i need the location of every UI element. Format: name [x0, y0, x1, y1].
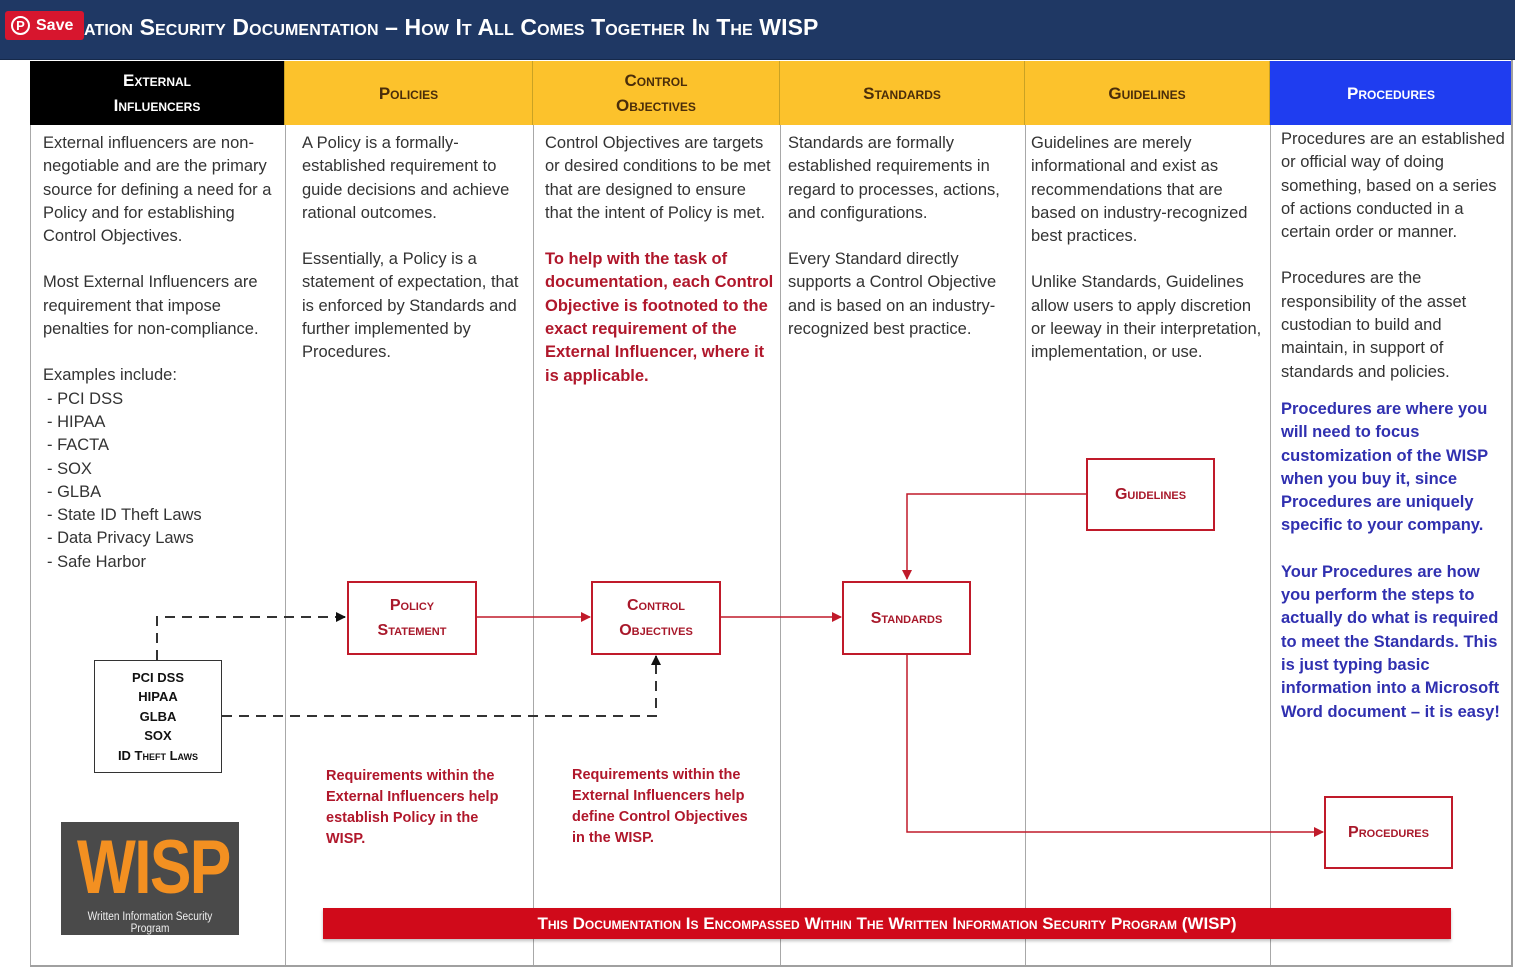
example-item: - SOX	[47, 459, 92, 478]
paragraph: External influencers are non-negotiable …	[43, 134, 272, 246]
box-label: Guidelines	[1114, 486, 1187, 503]
standards-box: Standards	[842, 581, 971, 655]
paragraph: Most External Influencers are requiremen…	[43, 273, 259, 339]
left-margin	[0, 60, 30, 970]
footer-banner-text: This Documentation Is Encompassed Within…	[537, 913, 1237, 933]
header-line: Guidelines	[1108, 83, 1186, 103]
table-bottom-border	[30, 965, 1512, 967]
guidelines-box: Guidelines	[1086, 458, 1215, 531]
control-objectives-note: Requirements within the External Influen…	[572, 767, 748, 846]
header-standards: Standards	[780, 61, 1025, 125]
box-label: Statement	[377, 622, 447, 639]
header-external-influencers: External Influencers	[30, 61, 285, 125]
wisp-logo-word: WISP	[77, 825, 231, 910]
influencer-item: GLBA	[139, 708, 177, 724]
paragraph: Every Standard directly supports a Contr…	[788, 250, 997, 339]
footnote-highlight: To help with the task of documentation, …	[545, 250, 774, 385]
policies-description: A Policy is a formally-established requi…	[302, 132, 527, 365]
pinterest-save-button[interactable]: P Save	[5, 11, 84, 40]
pinterest-icon: P	[11, 16, 30, 35]
header-guidelines: Guidelines	[1025, 61, 1270, 125]
column-divider	[780, 125, 781, 966]
external-influencers-description: External influencers are non-negotiable …	[43, 132, 283, 574]
box-label: Control	[626, 597, 685, 614]
procedures-highlight: Your Procedures are how you perform the …	[1281, 562, 1500, 721]
header-line: Standards	[863, 83, 941, 103]
example-item: - FACTA	[47, 436, 110, 455]
edge-external-to-control-objectives	[222, 655, 661, 717]
header-line: Objectives	[616, 96, 696, 115]
procedures-box: Procedures	[1324, 796, 1453, 869]
header-policies: Policies	[285, 61, 533, 125]
policy-statement-box: Policy Statement	[347, 581, 477, 655]
example-item: - HIPAA	[47, 412, 106, 431]
policies-note: Requirements within the External Influen…	[326, 768, 499, 847]
header-line: External	[122, 71, 191, 90]
example-item: - PCI DSS	[47, 389, 124, 408]
save-button-label: Save	[36, 16, 74, 34]
paragraph: Procedures are an established or officia…	[1281, 130, 1505, 242]
standards-description: Standards are formally established requi…	[788, 132, 1020, 341]
header-line: Influencers	[113, 96, 201, 115]
box-label: Objectives	[619, 622, 693, 639]
procedures-description: Procedures are an established or officia…	[1281, 128, 1509, 724]
external-influencers-box: PCI DSS HIPAA GLBA SOX ID Theft Laws	[94, 660, 222, 773]
examples-label: Examples include:	[43, 366, 177, 385]
box-label: Policy	[389, 597, 435, 614]
box-label: Standards	[870, 609, 943, 627]
influencer-item: SOX	[144, 728, 172, 744]
column-divider	[1025, 125, 1026, 966]
header-line: Control	[624, 71, 688, 90]
procedures-highlight: Procedures are where you will need to fo…	[1281, 399, 1488, 535]
wisp-logo: WISP Written Information Security Progra…	[61, 822, 239, 935]
edge-guidelines-to-standards	[902, 493, 1087, 580]
column-divider	[533, 125, 534, 966]
paragraph: Standards are formally established requi…	[788, 134, 1000, 222]
header-procedures: Procedures	[1270, 61, 1512, 125]
edge-external-to-policy	[156, 612, 346, 660]
control-objectives-box: Control Objectives	[591, 581, 721, 655]
example-item: - Safe Harbor	[47, 552, 147, 571]
header-line: Policies	[378, 83, 439, 103]
examples-list: - PCI DSS - HIPAA - FACTA - SOX - GLBA -…	[43, 388, 283, 574]
column-divider	[285, 125, 286, 966]
example-item: - Data Privacy Laws	[47, 529, 194, 548]
guidelines-description: Guidelines are merely informational and …	[1031, 132, 1266, 365]
influencer-item: PCI DSS	[131, 669, 184, 685]
example-item: - State ID Theft Laws	[47, 506, 202, 525]
table-right-border	[1511, 60, 1513, 967]
influencer-item: ID Theft Laws	[117, 747, 199, 763]
column-divider	[1270, 125, 1271, 966]
control-objectives-description: Control Objectives are targets or desire…	[545, 132, 777, 388]
box-label: Procedures	[1348, 824, 1429, 841]
column-divider	[30, 125, 31, 966]
title-bar: ation Security Documentation – How It Al…	[0, 0, 1515, 60]
paragraph: Procedures are the responsibility of the…	[1281, 269, 1467, 381]
paragraph: Unlike Standards, Guidelines allow users…	[1031, 273, 1262, 362]
edge-standards-to-procedures	[906, 654, 1324, 837]
paragraph: Control Objectives are targets or desire…	[545, 134, 771, 222]
page-title: ation Security Documentation – How It Al…	[84, 14, 819, 40]
header-control-objectives: Control Objectives	[533, 61, 780, 125]
wisp-logo-subtitle: Written Information Security Program	[87, 911, 213, 935]
paragraph: A Policy is a formally-established requi…	[302, 134, 510, 222]
footer-banner: This Documentation Is Encompassed Within…	[323, 908, 1451, 939]
header-line: Procedures	[1346, 83, 1435, 103]
paragraph: Essentially, a Policy is a statement of …	[302, 250, 519, 362]
example-item: - GLBA	[47, 482, 102, 501]
influencer-item: HIPAA	[138, 689, 178, 705]
paragraph: Guidelines are merely informational and …	[1031, 134, 1248, 246]
